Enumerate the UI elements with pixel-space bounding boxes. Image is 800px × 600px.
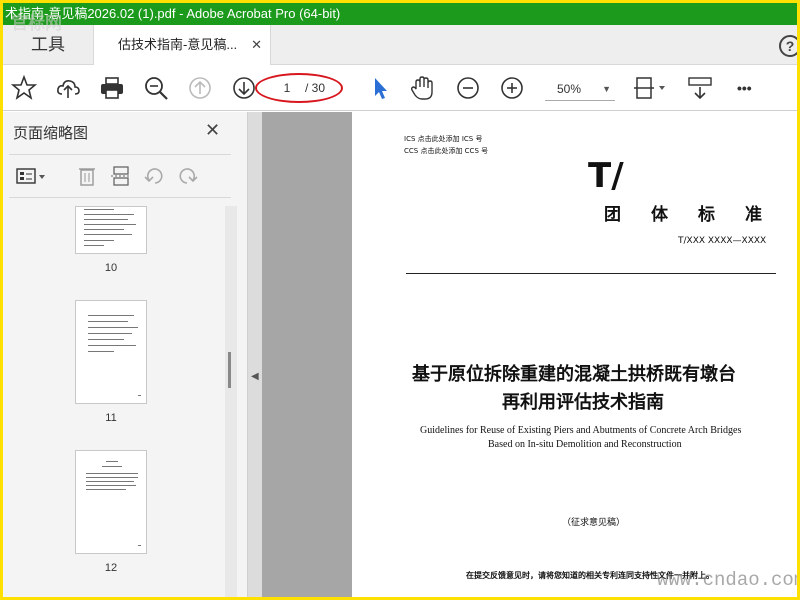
more-icon[interactable]: ••• xyxy=(737,75,763,101)
star-icon[interactable] xyxy=(10,74,38,101)
standard-logo: T/ xyxy=(588,156,624,196)
watermark-bottom-right: www.cndao.com xyxy=(657,569,797,591)
thumbnail-scrollbar[interactable] xyxy=(225,206,237,597)
print-icon[interactable] xyxy=(99,75,125,101)
ccs-line: CCS 点击此处添加 CCS 号 xyxy=(404,147,489,155)
watermark-top-left: 官标网 xyxy=(11,14,62,33)
document-viewer: ICS 点击此处添加 ICS 号 CCS 点击此处添加 CCS 号 T/ 团体标… xyxy=(262,112,797,597)
title-en-line2: Based on In-situ Demolition and Reconstr… xyxy=(488,439,682,450)
standard-type: 团体标准 xyxy=(604,205,792,225)
zoom-out-icon[interactable] xyxy=(455,75,481,101)
keyboard-scroll-icon[interactable] xyxy=(687,75,713,101)
cloud-upload-icon[interactable] xyxy=(55,75,81,101)
thumbnail-label: 11 xyxy=(105,412,117,424)
toolbar: 1 / 30 50% ▼ ••• xyxy=(3,65,797,111)
window-title: 术指南-意见稿2026.02 (1).pdf - Adobe Acrobat P… xyxy=(3,3,797,25)
pdf-page: ICS 点击此处添加 ICS 号 CCS 点击此处添加 CCS 号 T/ 团体标… xyxy=(352,112,797,597)
thumbnail-page[interactable] xyxy=(75,300,147,404)
chevron-down-icon: ▼ xyxy=(602,84,611,94)
panel-close-icon[interactable]: ✕ xyxy=(205,120,220,141)
thumbnail-list: 10 11 12 xyxy=(3,206,223,597)
title-en-line1: Guidelines for Reuse of Existing Piers a… xyxy=(420,425,742,436)
thumbnail-options-icon[interactable] xyxy=(15,165,49,187)
acrobat-window: 术指南-意见稿2026.02 (1).pdf - Adobe Acrobat P… xyxy=(3,3,797,597)
hand-icon[interactable] xyxy=(409,75,435,101)
tab-document[interactable]: 估技术指南-意见稿... ✕ xyxy=(93,25,271,66)
scrollbar-thumb[interactable] xyxy=(228,352,231,388)
trash-icon[interactable] xyxy=(75,165,99,187)
zoom-in-icon[interactable] xyxy=(499,75,525,101)
rotate-left-icon[interactable] xyxy=(143,165,167,187)
tab-bar: 工具 估技术指南-意见稿... ✕ ? xyxy=(3,25,797,66)
page-up-icon[interactable] xyxy=(187,75,213,101)
thumbnail-label: 10 xyxy=(104,262,118,274)
draft-label: （征求意见稿） xyxy=(562,518,626,528)
panel-collapse-strip[interactable] xyxy=(248,112,262,597)
standard-number: T/XXX XXXX—XXXX xyxy=(678,236,767,246)
tab-close-icon[interactable]: ✕ xyxy=(251,25,262,65)
ics-line: ICS 点击此处添加 ICS 号 xyxy=(404,135,483,143)
thumbnail-label: 12 xyxy=(104,562,118,574)
help-icon[interactable]: ? xyxy=(779,35,797,57)
rotate-right-icon[interactable] xyxy=(175,165,199,187)
zoom-value: 50% xyxy=(557,82,582,96)
tab-document-label: 估技术指南-意见稿... xyxy=(118,37,238,52)
title-cn-line1: 基于原位拆除重建的混凝土拱桥既有墩台 xyxy=(412,364,736,385)
title-cn-line2: 再利用评估技术指南 xyxy=(502,392,664,413)
thumbnail-page[interactable] xyxy=(75,206,147,254)
zoom-dropdown[interactable]: 50% ▼ xyxy=(545,77,615,101)
highlight-ellipse xyxy=(255,73,343,103)
collapse-arrow-icon[interactable]: ◀ xyxy=(251,371,259,382)
select-cursor-icon[interactable] xyxy=(367,75,393,101)
thumbnail-page[interactable] xyxy=(75,450,147,554)
panel-title: 页面缩略图 xyxy=(13,125,89,142)
page-down-icon[interactable] xyxy=(231,75,257,101)
zoom-search-icon[interactable] xyxy=(143,75,169,101)
thumbnail-panel: 页面缩略图 ✕ 10 11 12 xyxy=(3,112,248,597)
page-layout-icon[interactable] xyxy=(631,75,669,101)
panel-toolbar xyxy=(9,154,231,198)
divider xyxy=(406,273,776,274)
extract-pages-icon[interactable] xyxy=(109,165,133,187)
